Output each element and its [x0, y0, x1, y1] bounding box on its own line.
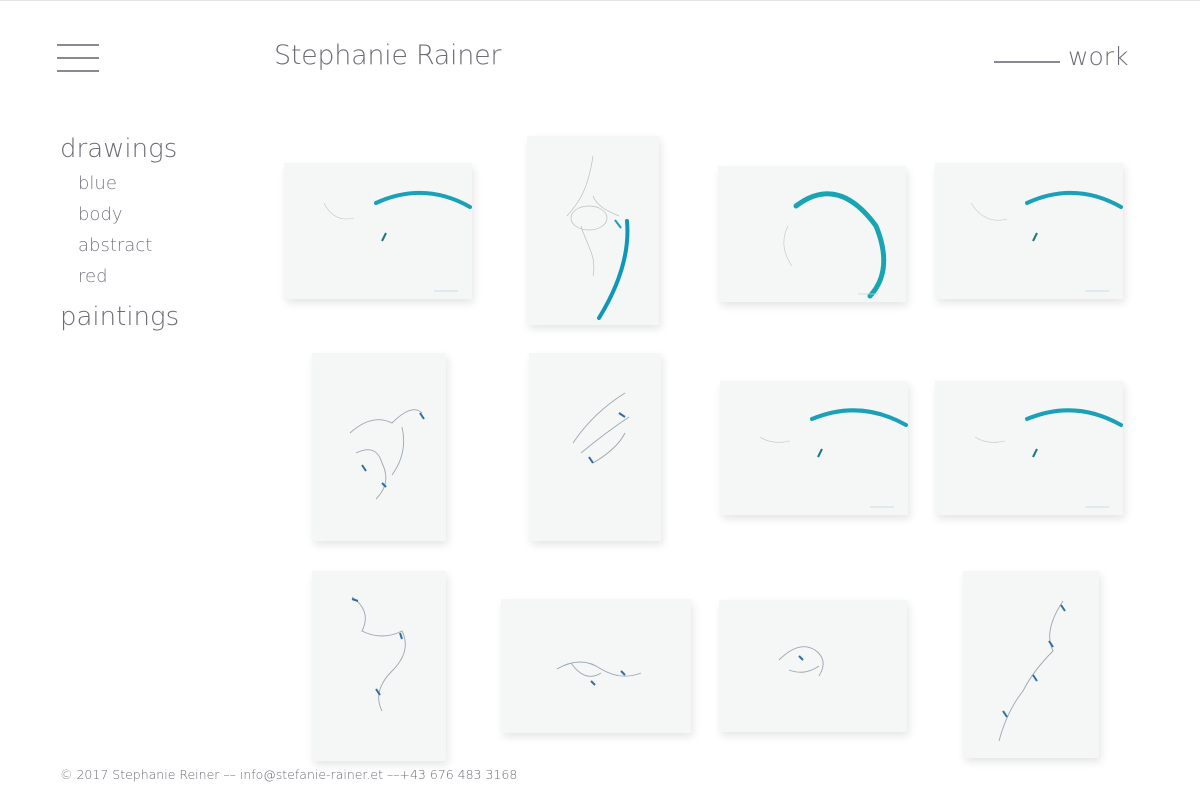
artwork-thumbnail[interactable]: [720, 381, 908, 515]
section-label: work: [994, 42, 1129, 71]
site-title[interactable]: Stephanie Rainer: [274, 40, 501, 71]
artwork-thumbnail[interactable]: [312, 571, 446, 761]
nav-category-paintings[interactable]: paintings: [60, 300, 179, 334]
nav-item-blue[interactable]: blue: [78, 168, 179, 199]
nav-item-body[interactable]: body: [78, 199, 179, 230]
artwork-thumbnail[interactable]: [719, 600, 907, 732]
hamburger-menu-icon[interactable]: [57, 44, 99, 72]
artwork-thumbnail[interactable]: [527, 136, 659, 325]
artwork-thumbnail[interactable]: [284, 163, 472, 299]
category-nav: drawings blue body abstract red painting…: [60, 132, 179, 334]
nav-item-abstract[interactable]: abstract: [78, 230, 179, 261]
artwork-thumbnail[interactable]: [935, 163, 1123, 299]
artwork-thumbnail[interactable]: [501, 599, 691, 733]
drawings-subnav: blue body abstract red: [78, 168, 179, 292]
section-rule: [994, 61, 1060, 63]
artwork-thumbnail[interactable]: [312, 353, 446, 541]
artwork-thumbnail[interactable]: [963, 571, 1099, 758]
artwork-thumbnail[interactable]: [718, 166, 906, 302]
nav-item-red[interactable]: red: [78, 261, 179, 292]
nav-category-drawings[interactable]: drawings: [60, 132, 179, 166]
artwork-thumbnail[interactable]: [935, 381, 1123, 515]
top-border: [0, 0, 1200, 1]
footer-text: © 2017 Stephanie Reiner –– info@stefanie…: [60, 767, 518, 782]
section-label-text: work: [1068, 42, 1129, 71]
artwork-thumbnail[interactable]: [529, 353, 661, 541]
